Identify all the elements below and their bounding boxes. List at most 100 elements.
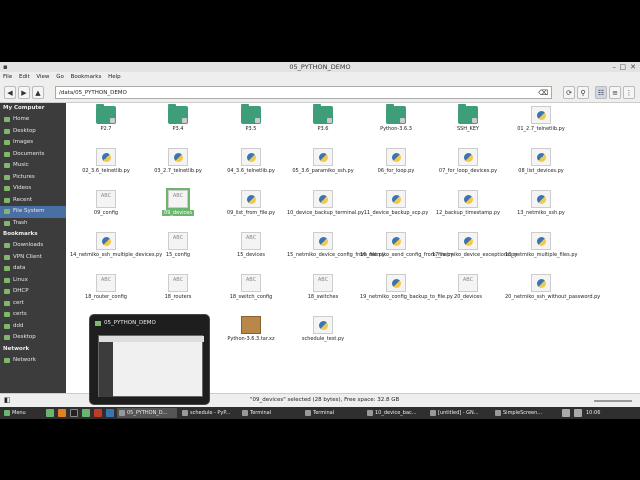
sidebar-item-data[interactable]: data (0, 263, 66, 275)
sidebar-heading-bookmarks[interactable]: Bookmarks (0, 229, 66, 240)
show-desktop-icon[interactable] (46, 409, 54, 417)
up-arrow-icon[interactable]: ▲ (32, 86, 44, 99)
file-item[interactable]: 06_for_loop.py (360, 148, 432, 174)
app-icon[interactable] (94, 409, 102, 417)
compact-view-icon[interactable]: ⋮ (623, 86, 635, 99)
sidebar-item-recent[interactable]: Recent (0, 195, 66, 207)
file-item[interactable]: 18_netmiko_multiple_files.py (505, 232, 577, 258)
file-item[interactable]: 01_2.7_telnetlib.py (505, 106, 577, 132)
sidebar-item-music[interactable]: Music (0, 160, 66, 172)
file-item[interactable]: 09_list_from_file.py (215, 190, 287, 216)
file-item[interactable]: SSH_KEY (432, 104, 504, 132)
sidebar-item-file-system[interactable]: File System (0, 206, 66, 218)
taskbar-item[interactable]: SimpleScreen... (493, 408, 551, 418)
location-bar[interactable]: /data/05_PYTHON_DEMO ⌫ (55, 86, 552, 99)
sidebar-heading-my-computer[interactable]: My Computer (0, 103, 66, 114)
file-item[interactable]: Python-3.6.3.tar.xz (215, 316, 287, 342)
file-item[interactable]: 03_2.7_telnetlib.py (142, 148, 214, 174)
reload-icon[interactable]: ⟳ (563, 86, 575, 99)
sidebar-item-certs[interactable]: certs (0, 309, 66, 321)
file-item[interactable]: 19_netmiko_config_backup_to_file.py (360, 274, 453, 300)
sidebar-item-trash[interactable]: Trash (0, 218, 66, 230)
file-item[interactable]: ABC 09_config (70, 190, 142, 216)
file-item[interactable]: P3.6 (287, 104, 359, 132)
file-item[interactable]: Python-3.6.3 (360, 104, 432, 132)
taskbar-item[interactable]: [untitled] - GN... (428, 408, 490, 418)
sidebar-item-desktop[interactable]: Desktop (0, 126, 66, 138)
file-item[interactable]: P3.5 (215, 104, 287, 132)
file-item[interactable]: ABC 20_devices (432, 274, 504, 300)
sidebar-item-downloads[interactable]: Downloads (0, 240, 66, 252)
file-item[interactable]: schedule_test.py (287, 316, 359, 342)
sidebar-item-home[interactable]: Home (0, 114, 66, 126)
menu-button[interactable]: Menu (2, 408, 38, 418)
window-preview-popup[interactable]: 05_PYTHON_DEMO (89, 314, 210, 405)
toggle-sidebar-icon[interactable]: ◧ (4, 394, 11, 407)
file-item[interactable]: 08_list_devices.py (505, 148, 577, 174)
forward-arrow-icon[interactable]: ▶ (18, 86, 30, 99)
taskbar-item[interactable]: Terminal (240, 408, 300, 418)
clear-path-icon[interactable]: ⌫ (538, 87, 548, 99)
zoom-slider[interactable] (594, 400, 632, 402)
sidebar-item-ddd[interactable]: ddd (0, 321, 66, 333)
app2-icon[interactable] (106, 409, 114, 417)
search-icon[interactable]: ⚲ (577, 86, 589, 99)
file-item[interactable]: 05_3.6_paramiko_ssh.py (287, 148, 359, 174)
files-icon[interactable] (82, 409, 90, 417)
taskbar-item[interactable]: 10_device_bac... (365, 408, 425, 418)
window-menu-icon[interactable]: ▪ (3, 62, 8, 72)
title-bar[interactable]: 05_PYTHON_DEMO ▪ – □ ✕ (0, 62, 640, 72)
file-item[interactable]: ABC 18_switches (287, 274, 359, 300)
file-item[interactable]: 16_netmiko_send_config_from_file.py (360, 232, 453, 258)
close-icon[interactable]: ✕ (630, 62, 636, 72)
file-item[interactable]: 14_netmiko_ssh_multiple_devices.py (70, 232, 162, 258)
sidebar-item-desktop[interactable]: Desktop (0, 332, 66, 344)
file-item[interactable]: P2.7 (70, 104, 142, 132)
icon-view-icon[interactable]: ☷ (595, 86, 607, 99)
minimize-icon[interactable]: – (613, 62, 617, 72)
menu-file[interactable]: File (3, 74, 12, 80)
menu-view[interactable]: View (36, 74, 49, 80)
file-item[interactable]: 02_3.6_telnetlib.py (70, 148, 142, 174)
taskbar-item[interactable]: Terminal (303, 408, 363, 418)
file-item[interactable]: ABC 18_switch_config (215, 274, 287, 300)
sidebar-item-pictures[interactable]: Pictures (0, 172, 66, 184)
sidebar-item-videos[interactable]: Videos (0, 183, 66, 195)
sidebar-item-documents[interactable]: Documents (0, 149, 66, 161)
terminal-icon[interactable] (70, 409, 78, 417)
sidebar-item-images[interactable]: Images (0, 137, 66, 149)
file-item[interactable]: 20_netmiko_ssh_without_password.py (505, 274, 600, 300)
file-item[interactable]: P3.4 (142, 104, 214, 132)
file-item[interactable]: 13_netmiko_ssh.py (505, 190, 577, 216)
sidebar-item-vpn-client[interactable]: VPN Client (0, 252, 66, 264)
file-item[interactable]: 04_3.6_telnetlib.py (215, 148, 287, 174)
sidebar-item-linux[interactable]: Linux (0, 275, 66, 287)
menu-help[interactable]: Help (108, 74, 121, 80)
volume-tray-icon[interactable] (574, 409, 582, 417)
menu-bookmarks[interactable]: Bookmarks (71, 74, 102, 80)
file-item[interactable]: 12_backup_timestamp.py (432, 190, 504, 216)
file-item[interactable]: ABC 09_devices (142, 188, 214, 216)
network-tray-icon[interactable] (562, 409, 570, 417)
menu-go[interactable]: Go (56, 74, 64, 80)
file-item[interactable]: ABC 15_devices (215, 232, 287, 258)
file-item[interactable]: 11_device_backup_scp.py (360, 190, 432, 216)
file-item[interactable]: ABC 15_config (142, 232, 214, 258)
file-item[interactable]: ABC 18_routers (142, 274, 214, 300)
file-item[interactable]: 10_device_backup_terminal.py (287, 190, 364, 216)
file-item[interactable]: 17_netmiko_device_exceptions.py (432, 232, 517, 258)
file-item[interactable]: ABC 18_router_config (70, 274, 142, 300)
file-item[interactable]: 15_netmiko_device_config_from_file.py (287, 232, 385, 258)
sidebar-item-dhcp[interactable]: DHCP (0, 286, 66, 298)
clock[interactable]: 10:06 (586, 407, 600, 419)
taskbar-item[interactable]: 05_PYTHON_D... (117, 408, 177, 418)
firefox-icon[interactable] (58, 409, 66, 417)
sidebar-item-network[interactable]: Network (0, 355, 66, 367)
menu-edit[interactable]: Edit (19, 74, 30, 80)
sidebar-heading-network[interactable]: Network (0, 344, 66, 355)
list-view-icon[interactable]: ≡ (609, 86, 621, 99)
sidebar-item-cert[interactable]: cert (0, 298, 66, 310)
taskbar-item[interactable]: schedule - PyP... (180, 408, 238, 418)
back-arrow-icon[interactable]: ◀ (4, 86, 16, 99)
file-item[interactable]: 07_for_loop_devices.py (432, 148, 504, 174)
